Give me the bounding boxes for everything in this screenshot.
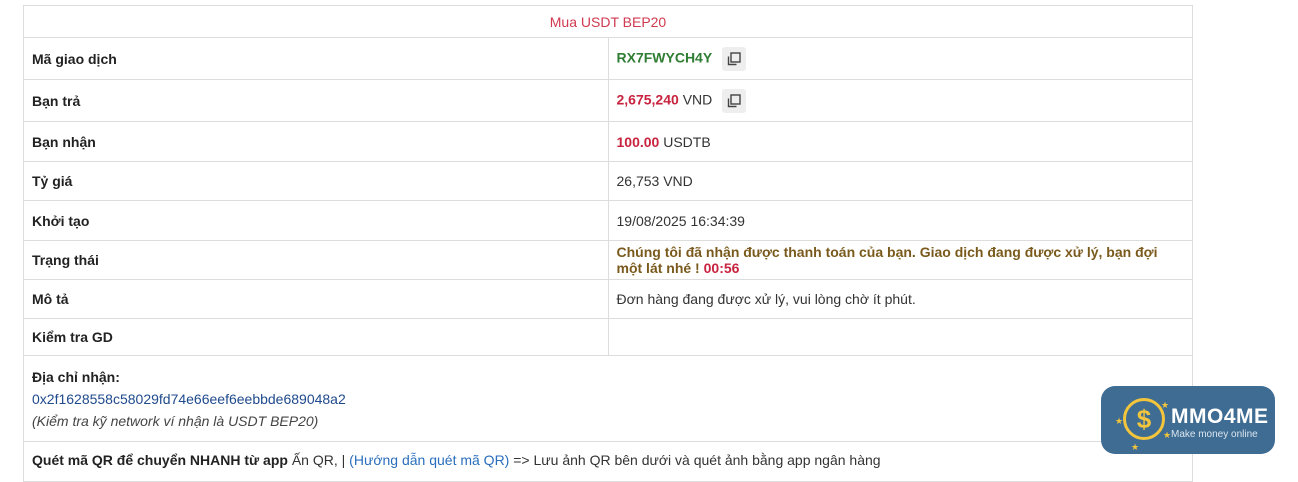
row-created: Khởi tạo 19/08/2025 16:34:39: [23, 200, 1193, 241]
transaction-table: Mua USDT BEP20 Mã giao dịch RX7FWYCH4Y B…: [23, 5, 1193, 482]
receive-unit: USDTB: [663, 133, 711, 150]
status-message: Chúng tôi đã nhận được thanh toán của bạ…: [616, 244, 1158, 276]
qr-bold-text: Quét mã QR để chuyển NHANH từ app: [32, 452, 288, 468]
exchange-rate-value: 26,753 VND: [607, 161, 1193, 201]
address-value[interactable]: 0x2f1628558c58029fd74e66eef6eebbde689048…: [32, 388, 1184, 410]
label-check-transaction: Kiểm tra GD: [23, 318, 609, 356]
star-icon: ★: [1115, 416, 1124, 426]
row-check-transaction: Kiểm tra GD: [23, 318, 1193, 356]
pay-unit: VND: [682, 91, 713, 108]
pay-amount[interactable]: 2,675,240: [617, 91, 679, 107]
label-status: Trạng thái: [23, 240, 609, 280]
address-label: Địa chỉ nhận:: [32, 369, 120, 385]
label-description: Mô tả: [23, 279, 609, 319]
row-description: Mô tả Đơn hàng đang được xử lý, vui lòng…: [23, 279, 1193, 319]
star-icon: ★: [1163, 430, 1172, 440]
qr-text-1: Ấn QR, |: [291, 452, 346, 468]
address-note: (Kiểm tra kỹ network ví nhận là USDT BEP…: [32, 413, 319, 429]
star-icon: ★: [1161, 400, 1170, 410]
copy-icon: [727, 93, 741, 107]
created-value: 19/08/2025 16:34:39: [607, 200, 1193, 241]
row-qr-instructions: Quét mã QR để chuyển NHANH từ app Ấn QR,…: [23, 441, 1193, 482]
logo-subtitle: Make money online: [1171, 429, 1258, 440]
mmo4me-logo[interactable]: $ ★ ★ ★ ★ MMO4ME Make money online: [1101, 386, 1275, 454]
row-transaction-id: Mã giao dịch RX7FWYCH4Y: [23, 37, 1193, 80]
label-transaction-id: Mã giao dịch: [23, 37, 609, 80]
row-status: Trạng thái Chúng tôi đã nhận được thanh …: [23, 240, 1193, 280]
table-title: Mua USDT BEP20: [23, 5, 1193, 38]
copy-amount-button[interactable]: [722, 88, 747, 113]
receive-amount: 100.00: [616, 133, 660, 150]
copy-transaction-id-button[interactable]: [722, 46, 747, 71]
status-countdown: 00:56: [703, 260, 740, 276]
label-created: Khởi tạo: [23, 200, 609, 241]
qr-guide-link[interactable]: (Hướng dẫn quét mã QR): [349, 452, 509, 468]
row-you-receive: Bạn nhận 100.00 USDTB: [23, 121, 1193, 162]
row-receive-address: Địa chỉ nhận: 0x2f1628558c58029fd74e66ee…: [23, 355, 1193, 442]
label-you-receive: Bạn nhận: [23, 121, 609, 162]
copy-icon: [727, 51, 741, 65]
row-you-pay: Bạn trả 2,675,240 VND: [23, 79, 1193, 122]
check-transaction-value: [607, 318, 1193, 356]
qr-text-2: => Lưu ảnh QR bên dưới và quét ảnh bằng …: [513, 452, 881, 468]
label-you-pay: Bạn trả: [23, 79, 609, 122]
row-exchange-rate: Tỷ giá 26,753 VND: [23, 161, 1193, 201]
star-icon: ★: [1131, 442, 1140, 452]
transaction-id-value[interactable]: RX7FWYCH4Y: [617, 49, 713, 65]
description-value: Đơn hàng đang được xử lý, vui lòng chờ í…: [607, 279, 1193, 319]
logo-title: MMO4ME: [1171, 405, 1269, 428]
label-exchange-rate: Tỷ giá: [23, 161, 609, 201]
dollar-coin-icon: $: [1123, 398, 1165, 440]
